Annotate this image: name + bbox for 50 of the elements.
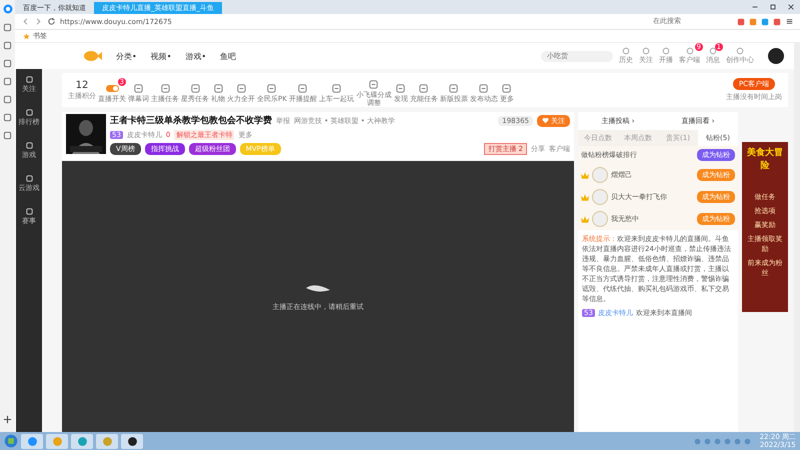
refresh-icon[interactable]	[47, 17, 56, 26]
square-icon	[418, 82, 430, 94]
square-icon	[330, 82, 342, 94]
circle-icon	[662, 47, 670, 55]
nav-link[interactable]: 分类•	[116, 50, 137, 62]
square-icon	[448, 82, 460, 94]
maximize-icon[interactable]	[769, 3, 777, 11]
fish-logo-icon[interactable]	[82, 49, 102, 63]
square-icon	[478, 82, 490, 94]
circle-icon	[736, 47, 744, 55]
square-icon	[236, 82, 246, 94]
circle-icon	[622, 47, 630, 55]
forward-icon[interactable]	[34, 17, 43, 26]
square-icon	[501, 82, 512, 94]
browser-logo-icon[interactable]	[2, 4, 12, 14]
nav-link[interactable]: 鱼吧	[220, 50, 236, 62]
nav-link[interactable]: 游戏•	[185, 50, 206, 62]
nav-icon	[24, 108, 34, 117]
ad-title: 美食大冒险	[746, 146, 784, 172]
crown-icon	[581, 194, 589, 200]
nav-icon	[24, 207, 34, 216]
square-icon	[160, 82, 170, 94]
close-icon[interactable]	[787, 3, 795, 11]
nav-link[interactable]: 视频•	[150, 50, 172, 62]
nav-icon	[24, 174, 34, 183]
start-icon[interactable]	[4, 434, 18, 448]
square-icon	[133, 82, 144, 94]
room-title: 王者卡特三级单杀教学包教包会不收学费	[110, 114, 272, 127]
square-icon	[395, 82, 406, 94]
toggle-icon	[106, 84, 118, 92]
circle-icon	[642, 47, 650, 55]
points-value: 12	[76, 80, 88, 90]
square-icon	[297, 82, 308, 94]
crown-icon	[581, 216, 589, 222]
avatar[interactable]	[768, 48, 784, 64]
square-icon	[266, 82, 278, 94]
square-icon	[368, 78, 380, 90]
menu-icon[interactable]	[785, 17, 794, 26]
taskbar-app-icon[interactable]	[121, 434, 143, 448]
add-icon[interactable]	[3, 415, 12, 424]
crown-icon	[581, 172, 589, 178]
circle-icon	[686, 47, 694, 55]
circle-icon	[709, 47, 717, 55]
nav-icon	[24, 75, 34, 84]
heart-icon	[542, 117, 549, 124]
star-icon	[23, 32, 30, 40]
square-icon	[190, 82, 200, 94]
square-icon	[212, 82, 224, 94]
back-icon[interactable]	[21, 17, 30, 26]
nav-icon	[24, 141, 34, 150]
